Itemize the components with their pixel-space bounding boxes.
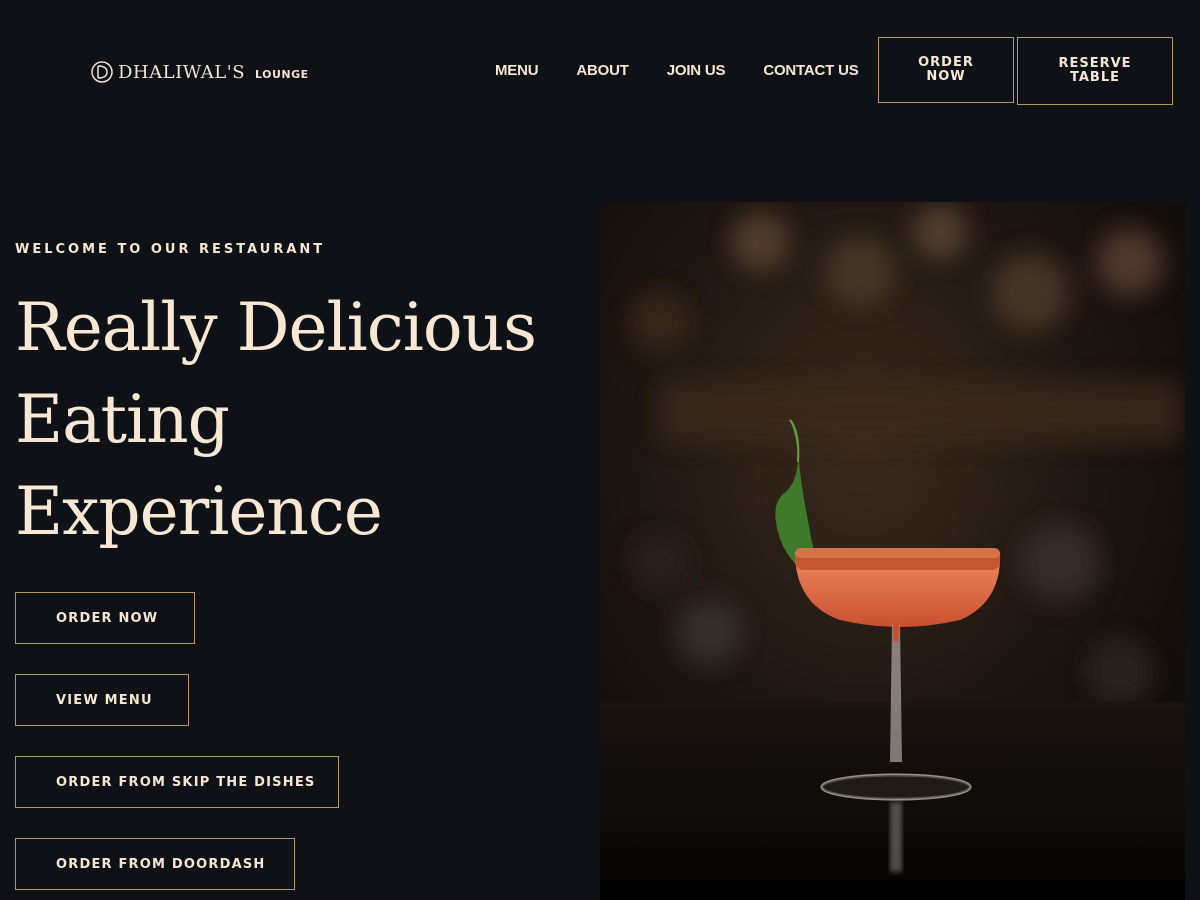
nav-contact-us[interactable]: CONTACT US [763,62,858,79]
brand-logo[interactable]: DHALIWAL'S LOUNGE [90,60,309,84]
order-now-button[interactable]: ORDER NOW [15,592,195,644]
brand-name: DHALIWAL'S [118,61,246,83]
main-nav: MENU ABOUT JOIN US CONTACT US [495,62,859,79]
hero-cocktail-image [600,202,1185,900]
brand-subtitle: LOUNGE [255,67,309,81]
brand-logo-icon [90,60,114,84]
header-reserve-line2: TABLE [1070,70,1120,85]
hero-headline-line2: Eating [15,381,230,458]
nav-menu[interactable]: MENU [495,62,539,79]
hero-headline: Really Delicious Eating Experience [15,282,585,558]
view-menu-button[interactable]: VIEW MENU [15,674,189,726]
header-reserve-line1: RESERVE [1058,56,1132,71]
hero-headline-line1: Really Delicious [15,289,537,366]
header-order-line2: NOW [926,69,966,84]
order-doordash-button[interactable]: ORDER FROM DOORDASH [15,838,295,890]
header-order-now-button[interactable]: ORDER NOW [878,37,1014,103]
page: DHALIWAL'S LOUNGE MENU ABOUT JOIN US CON… [0,0,1200,900]
nav-join-us[interactable]: JOIN US [667,62,726,79]
header-reserve-table-button[interactable]: RESERVE TABLE [1017,37,1173,105]
nav-about[interactable]: ABOUT [576,62,629,79]
hero-headline-line3: Experience [15,473,383,550]
hero-eyebrow: WELCOME TO OUR RESTAURANT [15,242,326,257]
order-skip-the-dishes-button[interactable]: ORDER FROM SKIP THE DISHES [15,756,339,808]
header-order-line1: ORDER [918,55,974,70]
